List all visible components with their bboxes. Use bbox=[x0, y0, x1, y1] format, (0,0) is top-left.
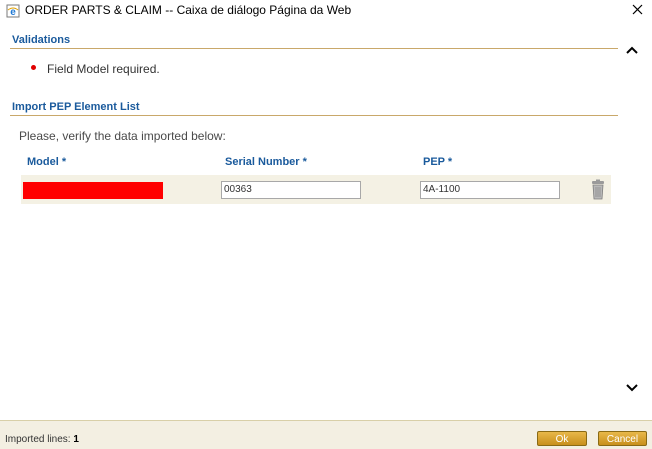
close-button[interactable] bbox=[628, 1, 648, 19]
validation-message: Field Model required. bbox=[47, 62, 160, 76]
pep-input[interactable] bbox=[420, 181, 560, 199]
scroll-down-icon[interactable] bbox=[622, 380, 642, 396]
scroll-up-icon[interactable] bbox=[622, 42, 642, 58]
dialog-footer: Imported lines: 1 Ok Cancel bbox=[0, 420, 652, 449]
validations-divider bbox=[10, 48, 618, 49]
trash-icon[interactable] bbox=[590, 179, 606, 200]
imported-lines-status: Imported lines: 1 bbox=[5, 434, 79, 445]
serial-number-input[interactable] bbox=[221, 181, 361, 199]
instruction-text: Please, verify the data imported below: bbox=[19, 129, 226, 143]
dialog-content: Validations Field Model required. Import… bbox=[0, 22, 652, 420]
ie-page-icon: e bbox=[6, 4, 20, 18]
model-field-error[interactable] bbox=[23, 182, 163, 199]
import-divider bbox=[10, 115, 618, 116]
import-title: Import PEP Element List bbox=[12, 101, 140, 113]
error-bullet-icon bbox=[31, 65, 36, 70]
column-header-pep: PEP * bbox=[423, 156, 453, 168]
column-header-model: Model * bbox=[27, 156, 67, 168]
cancel-button[interactable]: Cancel bbox=[598, 431, 647, 446]
column-header-serial-number: Serial Number * bbox=[225, 156, 307, 168]
imported-lines-count: 1 bbox=[73, 434, 79, 445]
window-title: ORDER PARTS & CLAIM -- Caixa de diálogo … bbox=[25, 3, 352, 17]
title-bar: e ORDER PARTS & CLAIM -- Caixa de diálog… bbox=[0, 0, 652, 22]
close-icon bbox=[632, 4, 643, 15]
ok-button[interactable]: Ok bbox=[537, 431, 587, 446]
imported-lines-label: Imported lines: bbox=[5, 434, 71, 445]
validations-title: Validations bbox=[12, 34, 71, 46]
